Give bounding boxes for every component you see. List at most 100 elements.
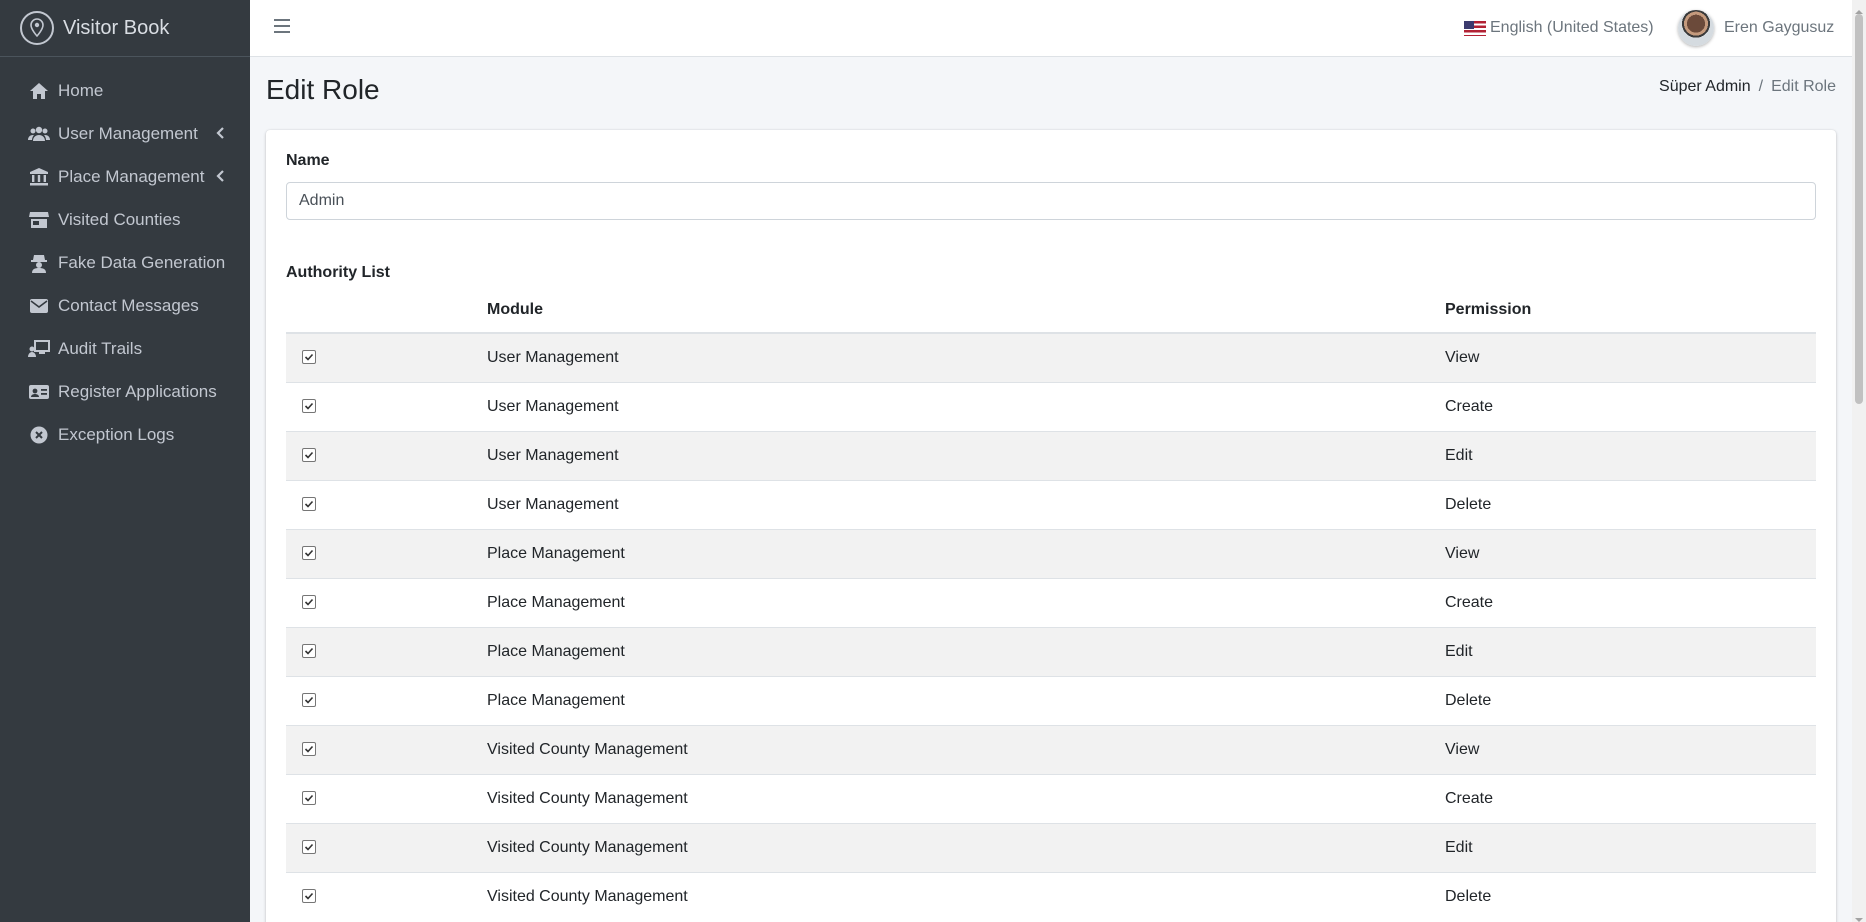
table-row: User Management Edit <box>286 430 1816 480</box>
sidebar-item-visited-counties[interactable]: Visited Counties <box>0 198 250 241</box>
permission-checkbox[interactable] <box>302 692 316 707</box>
permission-checkbox[interactable] <box>302 790 316 805</box>
brand-link[interactable]: Visitor Book <box>0 0 250 57</box>
sidebar-item-label: Exception Logs <box>58 424 175 444</box>
table-row: Place Management Delete <box>286 675 1816 725</box>
sidebar-nav: Home User Management Place Management Vi… <box>0 57 250 456</box>
home-icon <box>28 80 50 102</box>
module-cell: Place Management <box>487 577 1445 627</box>
table-row: Place Management Create <box>286 577 1816 627</box>
landmark-icon <box>28 166 50 188</box>
module-cell: Visited County Management <box>487 724 1445 774</box>
brand-name: Visitor Book <box>63 16 170 39</box>
permission-cell: Edit <box>1445 822 1816 872</box>
table-header-row: Module Permission <box>286 288 1816 334</box>
authority-table: Module Permission User Management View U… <box>286 288 1816 921</box>
sidebar-item-label: Register Applications <box>58 381 217 401</box>
authority-table-body: User Management View User Management Cre… <box>286 332 1816 921</box>
chevron-left-icon <box>216 124 226 142</box>
permission-checkbox[interactable] <box>302 496 316 511</box>
table-row: Visited County Management Edit <box>286 822 1816 872</box>
permission-checkbox[interactable] <box>302 349 316 364</box>
permission-cell: Create <box>1445 381 1816 431</box>
module-cell: Place Management <box>487 675 1445 725</box>
table-row: User Management View <box>286 332 1816 382</box>
name-label: Name <box>286 152 330 169</box>
scroll-down-arrow-icon[interactable] <box>1855 911 1863 922</box>
breadcrumb-current: Edit Role <box>1771 78 1836 95</box>
permission-checkbox[interactable] <box>302 447 316 462</box>
breadcrumb-parent-link[interactable]: Süper Admin <box>1659 78 1751 96</box>
breadcrumb-separator: / <box>1758 78 1764 95</box>
sidebar-item-home[interactable]: Home <box>0 69 250 112</box>
table-row: Place Management View <box>286 528 1816 578</box>
permission-cell: Create <box>1445 577 1816 627</box>
permission-checkbox[interactable] <box>302 888 316 903</box>
table-row: User Management Delete <box>286 479 1816 529</box>
module-cell: Visited County Management <box>487 822 1445 872</box>
table-row: Visited County Management Delete <box>286 871 1816 921</box>
permission-cell: Edit <box>1445 626 1816 676</box>
page-title: Edit Role <box>266 74 380 105</box>
permission-column-header: Permission <box>1445 288 1816 334</box>
sidebar-item-audit-trails[interactable]: Audit Trails <box>0 327 250 370</box>
sidebar-item-register-applications[interactable]: Register Applications <box>0 370 250 413</box>
page-scrollbar[interactable] <box>1852 0 1866 922</box>
users-icon <box>28 123 50 145</box>
language-label: English (United States) <box>1490 19 1654 36</box>
store-icon <box>28 209 50 231</box>
hamburger-menu-icon[interactable] <box>274 19 290 37</box>
us-flag-icon <box>1464 20 1486 36</box>
user-menu[interactable]: Eren Gaygusuz <box>1678 10 1834 46</box>
permission-cell: Delete <box>1445 675 1816 725</box>
permission-cell: Delete <box>1445 871 1816 921</box>
edit-role-card: Name Authority List Module Permission Us… <box>266 130 1836 922</box>
authority-list-label: Authority List <box>286 264 390 281</box>
sidebar-item-contact-messages[interactable]: Contact Messages <box>0 284 250 327</box>
sidebar-item-label: User Management <box>58 123 198 143</box>
table-row: Place Management Edit <box>286 626 1816 676</box>
circle-xmark-icon <box>28 424 50 446</box>
permission-checkbox[interactable] <box>302 741 316 756</box>
language-selector[interactable]: English (United States) <box>1464 19 1654 37</box>
permission-checkbox[interactable] <box>302 839 316 854</box>
top-navbar: English (United States) Eren Gaygusuz <box>250 0 1852 57</box>
sidebar-item-user-management[interactable]: User Management <box>0 112 250 155</box>
module-cell: User Management <box>487 430 1445 480</box>
permission-cell: Delete <box>1445 479 1816 529</box>
permission-cell: Edit <box>1445 430 1816 480</box>
role-name-input[interactable] <box>286 182 1816 220</box>
chalkboard-user-icon <box>28 338 50 360</box>
module-cell: User Management <box>487 332 1445 382</box>
permission-checkbox[interactable] <box>302 643 316 658</box>
sidebar-item-exception-logs[interactable]: Exception Logs <box>0 413 250 456</box>
module-cell: Visited County Management <box>487 871 1445 921</box>
sidebar-item-label: Visited Counties <box>58 209 181 229</box>
sidebar-item-label: Audit Trails <box>58 338 143 358</box>
envelope-icon <box>28 295 50 317</box>
permission-checkbox[interactable] <box>302 545 316 560</box>
scrollbar-thumb[interactable] <box>1855 14 1863 404</box>
user-name: Eren Gaygusuz <box>1724 19 1835 36</box>
permission-cell: Create <box>1445 773 1816 823</box>
module-cell: Place Management <box>487 528 1445 578</box>
table-row: User Management Create <box>286 381 1816 431</box>
sidebar-item-label: Home <box>58 80 104 100</box>
map-pin-logo-icon <box>20 11 54 45</box>
user-secret-icon <box>28 252 50 274</box>
sidebar-item-fake-data-generation[interactable]: Fake Data Generation <box>0 241 250 284</box>
permission-checkbox[interactable] <box>302 398 316 413</box>
permission-cell: View <box>1445 724 1816 774</box>
chevron-left-icon <box>216 167 226 185</box>
permission-cell: View <box>1445 528 1816 578</box>
table-row: Visited County Management View <box>286 724 1816 774</box>
table-row: Visited County Management Create <box>286 773 1816 823</box>
sidebar: Visitor Book Home User Management Place … <box>0 0 250 922</box>
module-cell: User Management <box>487 479 1445 529</box>
scroll-up-arrow-icon[interactable] <box>1855 3 1863 14</box>
module-cell: User Management <box>487 381 1445 431</box>
module-cell: Place Management <box>487 626 1445 676</box>
permission-checkbox[interactable] <box>302 594 316 609</box>
sidebar-item-place-management[interactable]: Place Management <box>0 155 250 198</box>
module-cell: Visited County Management <box>487 773 1445 823</box>
